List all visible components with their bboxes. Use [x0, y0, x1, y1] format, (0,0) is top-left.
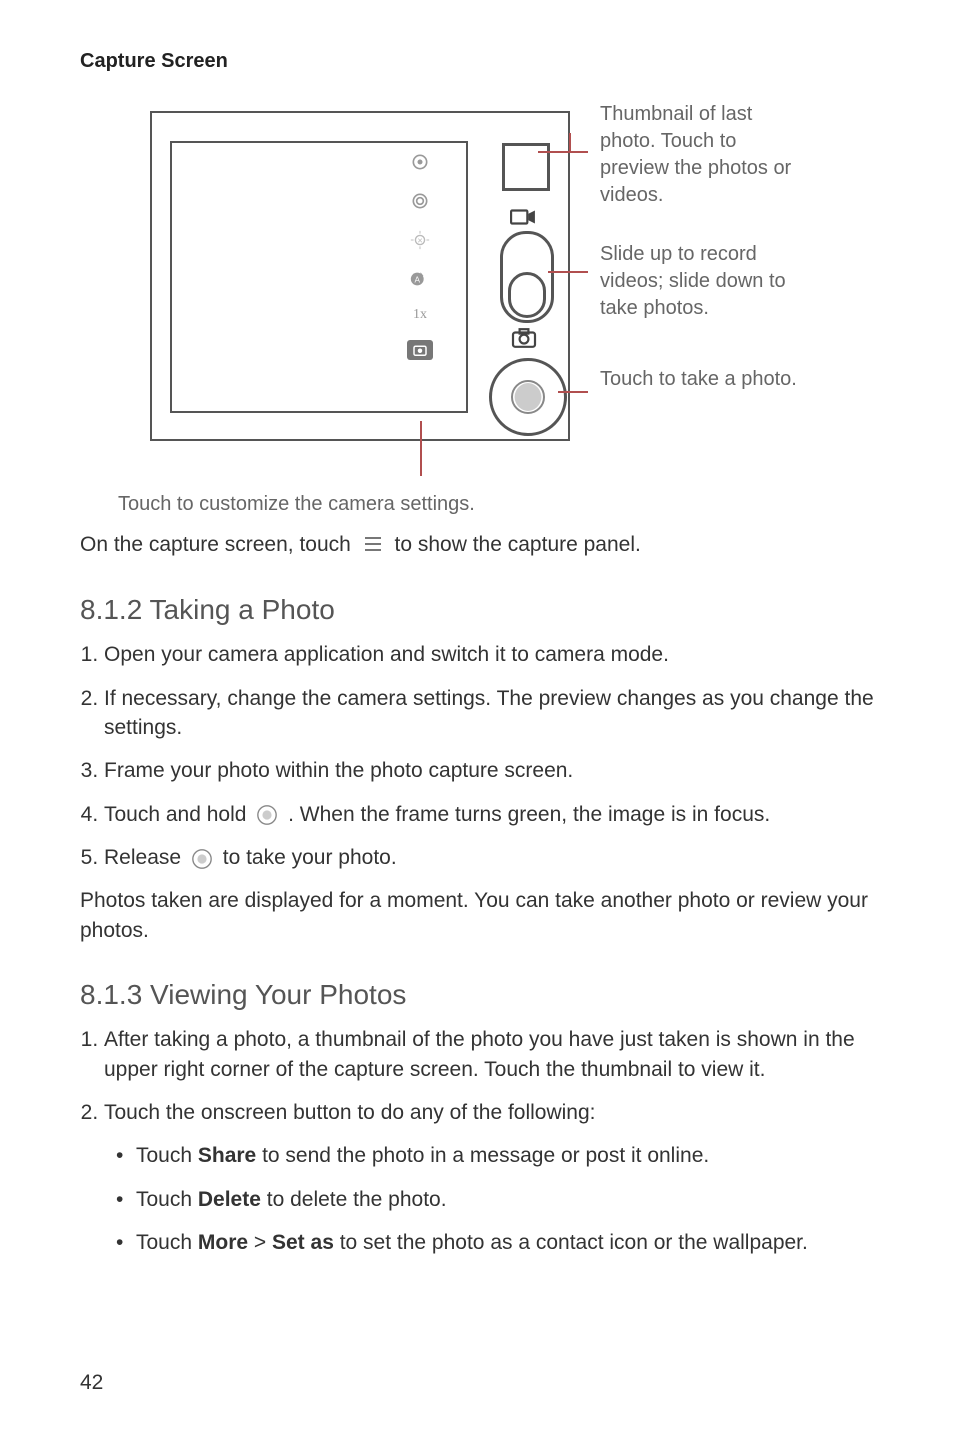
settings-icons-column: × A 1x [400, 151, 440, 360]
text: Release [104, 846, 187, 869]
callout-settings: Touch to customize the camera settings. [118, 493, 874, 516]
mode-slider [500, 231, 554, 323]
shutter-button-circle [489, 358, 567, 436]
menu-icon [363, 531, 383, 560]
text: On the capture screen, touch [80, 533, 357, 556]
callout-line [538, 151, 588, 153]
bold-text: Delete [198, 1188, 261, 1211]
section-heading: Capture Screen [80, 50, 874, 73]
list-item: Touch Delete to delete the photo. [116, 1185, 874, 1214]
callout-line [569, 133, 571, 153]
list-item: Release to take your photo. [104, 843, 874, 872]
slider-knob [508, 272, 546, 318]
text: Touch [136, 1144, 198, 1167]
list-item: Touch and hold . When the frame turns gr… [104, 800, 874, 829]
list-item: Touch More > Set as to set the photo as … [116, 1228, 874, 1257]
text: . When the frame turns green, the image … [288, 803, 770, 826]
callout-thumbnail: Thumbnail of last photo. Touch to previe… [600, 101, 800, 209]
bold-text: More [198, 1231, 248, 1254]
text: Touch [136, 1188, 198, 1211]
callout-line [420, 421, 422, 476]
text: to delete the photo. [261, 1188, 447, 1211]
callout-slider: Slide up to record videos; slide down to… [600, 241, 800, 322]
steps-812: Open your camera application and switch … [80, 640, 874, 872]
callout-line [558, 391, 588, 393]
text: to show the capture panel. [395, 533, 641, 556]
text: Touch and hold [104, 803, 252, 826]
photo-mode-icon [510, 327, 538, 349]
shutter-icon [256, 804, 278, 826]
bold-text: Share [198, 1144, 256, 1167]
brightness-icon: × [409, 229, 431, 251]
bold-text: Set as [272, 1231, 334, 1254]
zoom-level: 1x [413, 307, 427, 323]
eye-icon [409, 151, 431, 173]
text: to send the photo in a message or post i… [256, 1144, 709, 1167]
page-number: 42 [80, 1371, 103, 1395]
note-812: Photos taken are displayed for a moment.… [80, 886, 874, 945]
list-item: Touch Share to send the photo in a messa… [116, 1141, 874, 1170]
shutter-icon [508, 377, 548, 417]
text: Touch [136, 1231, 198, 1254]
intro-text: On the capture screen, touch to show the… [80, 530, 874, 560]
steps-813: After taking a photo, a thumbnail of the… [80, 1025, 874, 1127]
shutter-icon [191, 848, 213, 870]
list-item: Touch the onscreen button to do any of t… [104, 1098, 874, 1127]
subsection-813-title: 8.1.3 Viewing Your Photos [80, 979, 874, 1011]
list-item: Open your camera application and switch … [104, 640, 874, 669]
callout-line [548, 271, 588, 273]
list-item: Frame your photo within the photo captur… [104, 756, 874, 785]
text: > [248, 1231, 272, 1254]
list-item: After taking a photo, a thumbnail of the… [104, 1025, 874, 1084]
white-balance-icon [409, 190, 431, 212]
list-item: If necessary, change the camera settings… [104, 684, 874, 743]
subsection-812-title: 8.1.2 Taking a Photo [80, 594, 874, 626]
text: to set the photo as a contact icon or th… [334, 1231, 808, 1254]
camera-switch-icon [407, 340, 433, 360]
svg-text:×: × [417, 236, 422, 246]
callout-shutter: Touch to take a photo. [600, 366, 800, 393]
flash-icon: A [409, 268, 431, 290]
camera-panel-outline: × A 1x [150, 111, 570, 441]
text: to take your photo. [223, 846, 397, 869]
bullets-813: Touch Share to send the photo in a messa… [116, 1141, 874, 1257]
video-mode-icon [510, 208, 536, 226]
capture-screen-diagram: × A 1x [110, 101, 810, 481]
